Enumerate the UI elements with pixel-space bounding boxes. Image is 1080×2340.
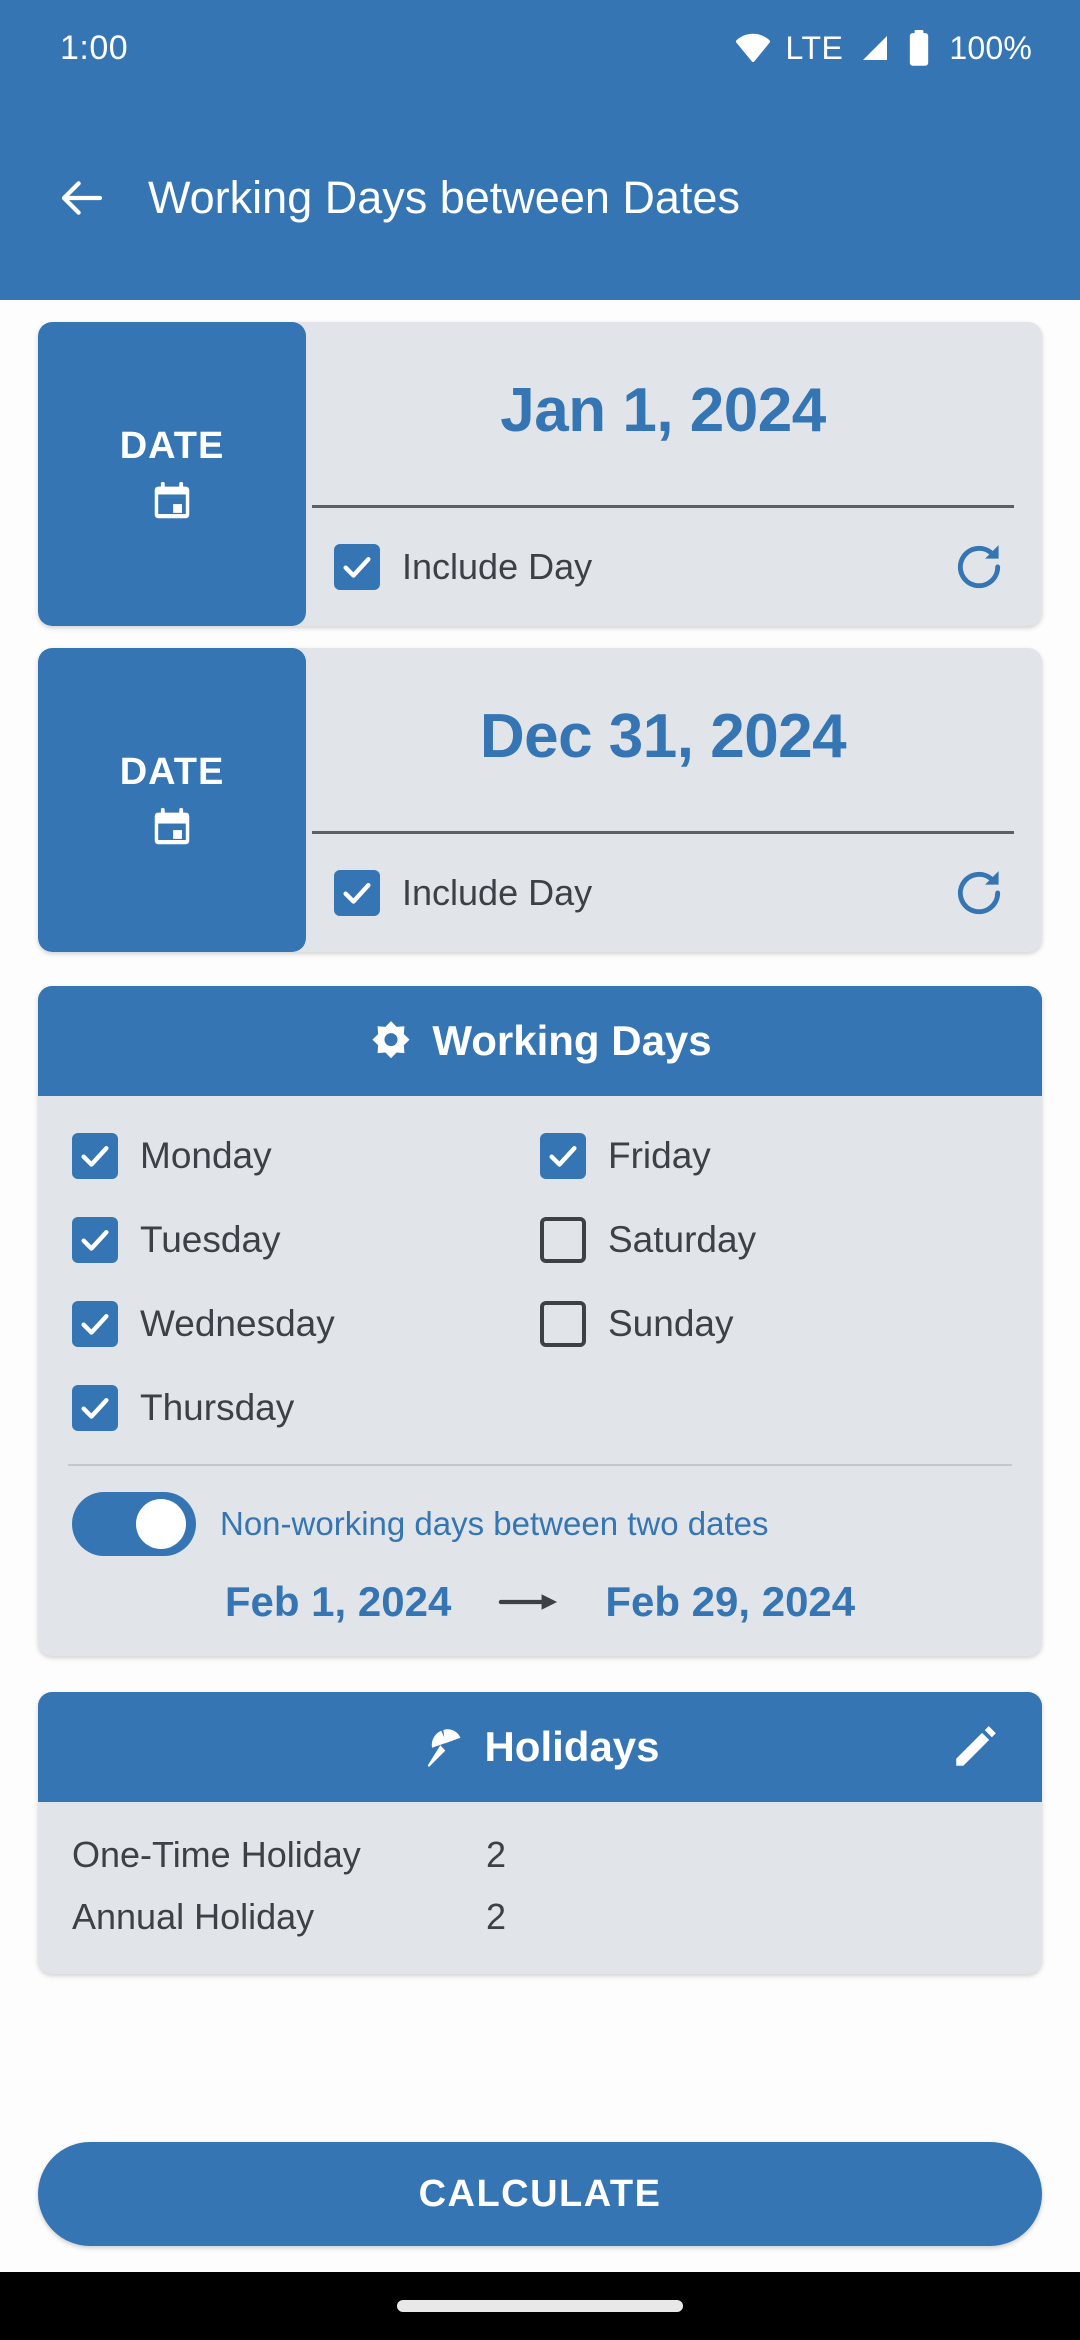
calendar-icon xyxy=(154,481,190,518)
refresh-icon xyxy=(957,871,1001,915)
holidays-title: Holidays xyxy=(484,1723,660,1770)
beach-umbrella-icon xyxy=(428,1729,461,1767)
check-icon xyxy=(343,557,371,578)
end-date-picker-button[interactable]: DATE xyxy=(38,648,306,952)
check-icon xyxy=(81,1398,109,1419)
start-date-value: Jan 1, 2024 xyxy=(500,376,826,445)
back-arrow-icon xyxy=(61,181,103,215)
battery-icon xyxy=(910,29,929,66)
holiday-type-label: One-Time Holiday xyxy=(72,1834,361,1875)
working-day-item-friday[interactable]: Friday xyxy=(540,1120,1008,1192)
wednesday-checkbox[interactable] xyxy=(72,1301,118,1347)
holidays-edit-button[interactable] xyxy=(942,1714,1008,1780)
holidays-list: One-Time Holiday 2 Annual Holiday 2 xyxy=(38,1802,1042,1974)
wednesday-label: Wednesday xyxy=(140,1303,335,1344)
pencil-icon xyxy=(956,1726,996,1766)
working-day-item-thursday[interactable]: Thursday xyxy=(72,1372,540,1444)
end-include-day-label: Include Day xyxy=(402,872,593,913)
end-date-tab-label: DATE xyxy=(119,750,225,793)
holidays-row: Annual Holiday 2 xyxy=(72,1886,1008,1948)
friday-label: Friday xyxy=(608,1135,711,1176)
saturday-checkbox[interactable] xyxy=(540,1217,586,1263)
end-date-card: DATE Dec 31, 2024 Include Day xyxy=(38,648,1042,952)
phone-screen: 1:00 LTE 100% Working Days between Dates xyxy=(0,0,1080,2340)
thursday-label: Thursday xyxy=(140,1387,295,1428)
working-days-grid-spacer xyxy=(540,1372,1008,1444)
end-date-value: Dec 31, 2024 xyxy=(479,702,847,771)
monday-checkbox[interactable] xyxy=(72,1133,118,1179)
toggle-knob xyxy=(136,1499,186,1549)
working-day-item-tuesday[interactable]: Tuesday xyxy=(72,1204,540,1276)
working-day-item-monday[interactable]: Monday xyxy=(72,1120,540,1192)
range-end-date[interactable]: Feb 29, 2024 xyxy=(605,1578,855,1626)
non-working-days-toggle-label: Non-working days between two dates xyxy=(220,1505,769,1542)
start-include-day-checkbox[interactable] xyxy=(334,544,380,590)
end-date-options-row: Include Day xyxy=(306,834,1014,952)
non-working-days-toggle[interactable] xyxy=(72,1492,196,1556)
start-date-options-row: Include Day xyxy=(306,508,1014,626)
back-button[interactable] xyxy=(40,156,124,240)
working-day-item-wednesday[interactable]: Wednesday xyxy=(72,1288,540,1360)
working-days-title: Working Days xyxy=(432,1017,712,1064)
working-day-item-saturday[interactable]: Saturday xyxy=(540,1204,1008,1276)
app-bar: Working Days between Dates xyxy=(0,96,1080,300)
holiday-type-label: Annual Holiday xyxy=(72,1896,315,1937)
end-date-reset-button[interactable] xyxy=(944,858,1014,928)
calendar-icon xyxy=(154,807,190,844)
sunday-checkbox[interactable] xyxy=(540,1301,586,1347)
holidays-row: One-Time Holiday 2 xyxy=(72,1824,1008,1886)
working-days-header: Working Days xyxy=(38,986,1042,1096)
calculate-area: CALCULATE xyxy=(38,2142,1042,2272)
check-icon xyxy=(343,883,371,904)
start-date-picker-button[interactable]: DATE xyxy=(38,322,306,626)
refresh-icon xyxy=(957,545,1001,589)
holidays-card: Holidays One-Time Holiday 2 Annual Holid… xyxy=(38,1692,1042,1974)
end-date-value-field[interactable]: Dec 31, 2024 xyxy=(312,648,1014,834)
check-icon xyxy=(81,1230,109,1251)
arrow-right-icon xyxy=(499,1594,558,1610)
start-date-reset-button[interactable] xyxy=(944,532,1014,602)
working-day-item-sunday[interactable]: Sunday xyxy=(540,1288,1008,1360)
start-date-value-field[interactable]: Jan 1, 2024 xyxy=(312,322,1014,508)
start-date-body: Jan 1, 2024 Include Day xyxy=(306,322,1042,626)
thursday-checkbox[interactable] xyxy=(72,1385,118,1431)
working-days-card: Working Days Monday Friday Tuesday Satur… xyxy=(38,986,1042,1656)
calculate-button[interactable]: CALCULATE xyxy=(38,2142,1042,2246)
battery-percent-label: 100% xyxy=(949,29,1032,66)
network-type-label: LTE xyxy=(785,29,844,66)
holiday-count-value: 2 xyxy=(486,1896,507,1937)
holidays-header: Holidays xyxy=(38,1692,1042,1802)
status-clock: 1:00 xyxy=(60,28,129,67)
tuesday-label: Tuesday xyxy=(140,1219,281,1260)
check-icon xyxy=(81,1314,109,1335)
main-content: DATE Jan 1, 2024 Include Day DATE Dec 31… xyxy=(0,300,1080,2272)
check-icon xyxy=(81,1146,109,1167)
sunday-label: Sunday xyxy=(608,1303,734,1344)
home-gesture-pill[interactable] xyxy=(397,2300,683,2312)
signal-icon xyxy=(863,36,888,60)
start-date-card: DATE Jan 1, 2024 Include Day xyxy=(38,322,1042,626)
page-title: Working Days between Dates xyxy=(148,172,740,223)
working-days-grid: Monday Friday Tuesday Saturday Wednesday… xyxy=(38,1096,1042,1450)
system-navigation-bar xyxy=(0,2272,1080,2340)
start-include-day-label: Include Day xyxy=(402,546,593,587)
saturday-label: Saturday xyxy=(608,1219,757,1260)
end-date-body: Dec 31, 2024 Include Day xyxy=(306,648,1042,952)
non-working-range-row: Feb 1, 2024 Feb 29, 2024 xyxy=(38,1556,1042,1656)
status-bar: 1:00 LTE 100% xyxy=(0,0,1080,96)
tuesday-checkbox[interactable] xyxy=(72,1217,118,1263)
start-date-tab-label: DATE xyxy=(119,424,225,467)
end-include-day-checkbox[interactable] xyxy=(334,870,380,916)
sun-icon xyxy=(372,1021,410,1059)
holiday-count-value: 2 xyxy=(486,1834,507,1875)
wifi-icon xyxy=(735,33,770,63)
range-start-date[interactable]: Feb 1, 2024 xyxy=(225,1578,451,1626)
non-working-days-toggle-row: Non-working days between two dates xyxy=(38,1466,1042,1556)
status-indicators: LTE 100% xyxy=(734,29,1032,67)
friday-checkbox[interactable] xyxy=(540,1133,586,1179)
monday-label: Monday xyxy=(140,1135,272,1176)
check-icon xyxy=(549,1146,577,1167)
